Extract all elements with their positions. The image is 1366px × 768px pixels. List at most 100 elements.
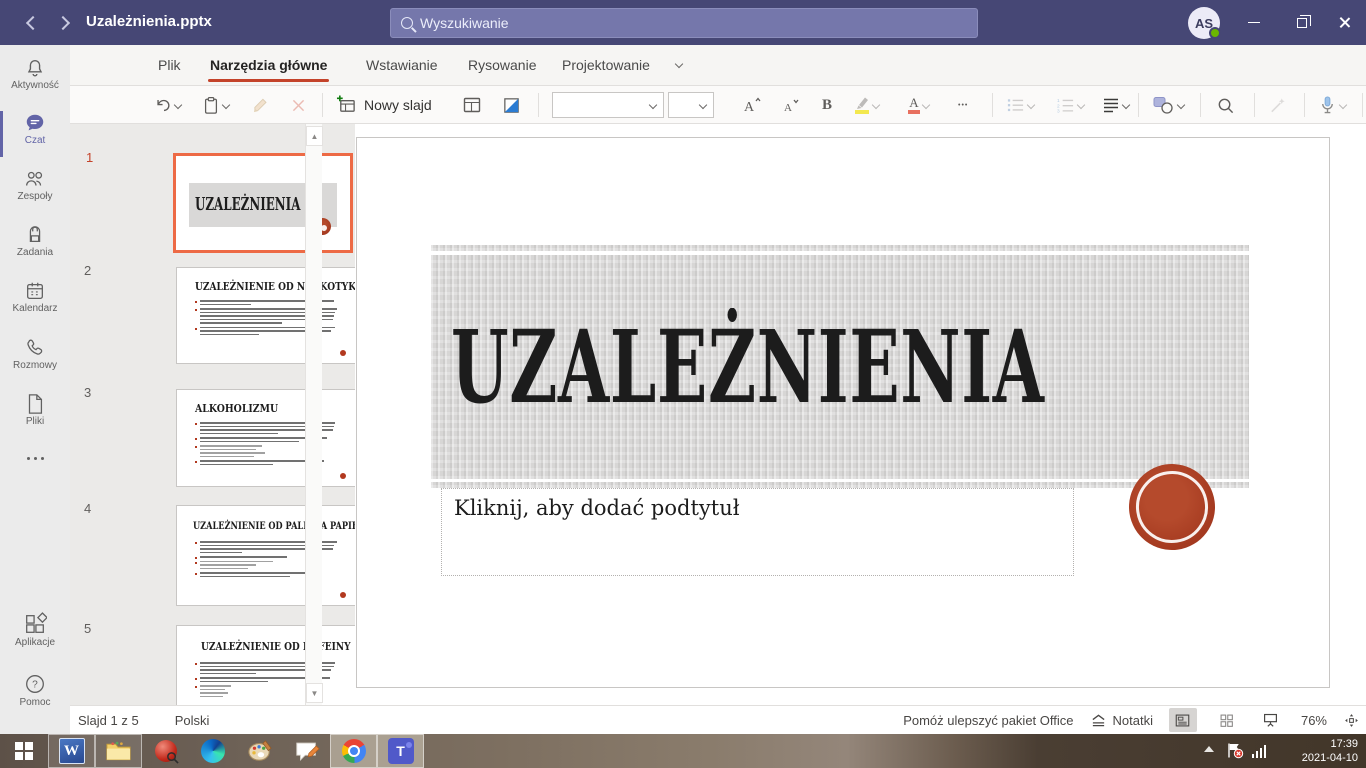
start-button[interactable] <box>0 734 48 768</box>
font-size-select[interactable] <box>668 86 714 124</box>
action-center-flag-icon[interactable] <box>1226 742 1244 759</box>
improve-office-link[interactable]: Pomóż ulepszyć pakiet Office <box>903 713 1073 728</box>
taskbar-chrome[interactable] <box>330 734 377 768</box>
thumbnail-scrollbar[interactable]: ▲ ▼ <box>305 124 322 705</box>
design-ideas-button[interactable] <box>502 86 521 124</box>
sidebar-item-activity[interactable]: Aktywność <box>0 57 70 91</box>
shrink-font-button[interactable]: A <box>782 86 800 124</box>
shapes-icon <box>1152 95 1175 115</box>
sidebar-item-calendar[interactable]: Kalendarz <box>0 280 70 314</box>
tabs-dropdown-icon[interactable] <box>675 60 683 68</box>
minimize-button[interactable] <box>1232 0 1276 45</box>
undo-button[interactable] <box>154 86 181 124</box>
thumbnail-slide-2[interactable]: UZALEŻNIENIE OD NARKOTYKÓW <box>176 267 355 364</box>
thumbnail-slide-3[interactable]: ALKOHOLIZMU <box>176 389 355 487</box>
shapes-button[interactable] <box>1152 86 1184 124</box>
svg-text:2: 2 <box>1057 103 1060 109</box>
taskbar-file-explorer[interactable] <box>95 734 142 768</box>
title-band[interactable]: UZALEŻNIENIA <box>431 255 1249 479</box>
language-label[interactable]: Polski <box>175 713 210 728</box>
file-icon <box>25 393 45 415</box>
search-input[interactable]: Wyszukiwanie <box>390 8 978 38</box>
thumbnail-slide-1[interactable]: UZALEŻNIENIA <box>173 153 353 253</box>
forward-icon[interactable] <box>56 16 70 30</box>
sidebar-more-button[interactable] <box>0 457 70 460</box>
slide-title-text[interactable]: UZALEŻNIENIA <box>451 308 1045 426</box>
highlighter-icon <box>854 96 870 114</box>
grid-view-button[interactable] <box>1213 708 1241 732</box>
slide[interactable]: UZALEŻNIENIA Kliknij, aby dodać podtytuł <box>356 137 1330 688</box>
sidebar-item-chat[interactable]: Czat <box>0 112 70 146</box>
sidebar-item-assignments[interactable]: Zadania <box>0 224 70 258</box>
magic-wand-icon <box>1268 96 1287 115</box>
grow-font-button[interactable]: A <box>742 86 762 124</box>
taskbar-word[interactable]: W <box>48 734 95 768</box>
sidebar-item-files[interactable]: Pliki <box>0 393 70 427</box>
bold-button[interactable]: B <box>822 86 832 124</box>
taskbar-paint[interactable] <box>236 734 283 768</box>
mini-stamp-dot <box>340 350 346 356</box>
delete-button[interactable] <box>290 86 307 124</box>
dictate-button[interactable] <box>1318 86 1346 124</box>
svg-text:A: A <box>784 102 792 114</box>
font-decrease-icon: A <box>782 96 800 114</box>
tab-insert[interactable]: Wstawianie <box>366 45 438 85</box>
designer-button[interactable] <box>1268 86 1287 124</box>
sidebar-item-teams[interactable]: Zespoły <box>0 168 70 202</box>
format-painter-icon <box>252 96 271 115</box>
theme-icon <box>502 96 521 115</box>
tab-design[interactable]: Projektowanie <box>562 45 650 85</box>
taskbar-edge[interactable] <box>189 734 236 768</box>
slide-number: 1 <box>86 150 93 165</box>
clock[interactable]: 17:39 2021-04-10 <box>1278 737 1358 765</box>
svg-text:3: 3 <box>1057 109 1060 114</box>
tab-file[interactable]: Plik <box>158 45 181 85</box>
layout-button[interactable] <box>462 86 482 124</box>
subtitle-placeholder[interactable]: Kliknij, aby dodać podtytuł <box>441 488 1074 576</box>
document-title: Uzależnienia.pptx <box>86 13 212 30</box>
slide-counter[interactable]: Slajd 1 z 5 <box>78 713 139 728</box>
sidebar-item-calls[interactable]: Rozmowy <box>0 337 70 371</box>
windows-taskbar: W T <box>0 734 1366 768</box>
taskbar-search-app[interactable] <box>142 734 189 768</box>
font-name-select[interactable] <box>552 86 664 124</box>
highlight-button[interactable] <box>854 86 879 124</box>
close-button[interactable] <box>1322 0 1366 45</box>
zoom-level[interactable]: 76% <box>1301 713 1327 728</box>
slideshow-button[interactable] <box>1257 708 1285 732</box>
microphone-icon <box>1318 95 1337 115</box>
chevron-down-icon <box>1122 101 1130 109</box>
notes-toggle[interactable]: Notatki <box>1090 713 1153 728</box>
normal-view-icon <box>1174 713 1191 728</box>
thumbnail-slide-5[interactable]: UZALEŻNIENIE OD KOFEINY <box>176 625 355 705</box>
paste-button[interactable] <box>202 86 229 124</box>
format-painter-button[interactable] <box>252 86 271 124</box>
fit-slide-button[interactable] <box>1343 712 1360 729</box>
scroll-down-button[interactable]: ▼ <box>306 683 323 703</box>
chevron-down-icon <box>1177 101 1185 109</box>
numbering-button[interactable]: 123 <box>1056 86 1084 124</box>
bullets-button[interactable] <box>1006 86 1034 124</box>
apps-icon <box>23 612 47 636</box>
scroll-up-button[interactable]: ▲ <box>306 126 323 146</box>
teams-icon: T <box>388 738 414 764</box>
restore-button[interactable] <box>1280 0 1324 45</box>
chrome-icon <box>342 739 366 763</box>
taskbar-teams[interactable]: T <box>377 734 424 768</box>
tab-home[interactable]: Narzędzia główne <box>210 45 327 85</box>
hidden-icons-caret[interactable] <box>1204 746 1214 752</box>
align-button[interactable] <box>1102 86 1129 124</box>
taskbar-sticky-chat[interactable] <box>283 734 330 768</box>
edge-icon <box>201 739 225 763</box>
network-signal-icon[interactable] <box>1252 745 1267 758</box>
thumbnail-slide-4[interactable]: UZALEŻNIENIE OD PALENIA PAPIEROSÓW <box>176 505 355 606</box>
find-button[interactable] <box>1216 86 1235 124</box>
sidebar-item-help[interactable]: ? Pomoc <box>0 672 70 708</box>
tab-draw[interactable]: Rysowanie <box>468 45 536 85</box>
font-more-button[interactable]: ••• <box>958 86 968 124</box>
back-icon[interactable] <box>26 16 40 30</box>
normal-view-button[interactable] <box>1169 708 1197 732</box>
font-color-button[interactable]: A <box>908 86 929 124</box>
sidebar-item-apps[interactable]: Aplikacje <box>0 612 70 648</box>
new-slide-button[interactable]: Nowy slajd <box>336 86 432 124</box>
